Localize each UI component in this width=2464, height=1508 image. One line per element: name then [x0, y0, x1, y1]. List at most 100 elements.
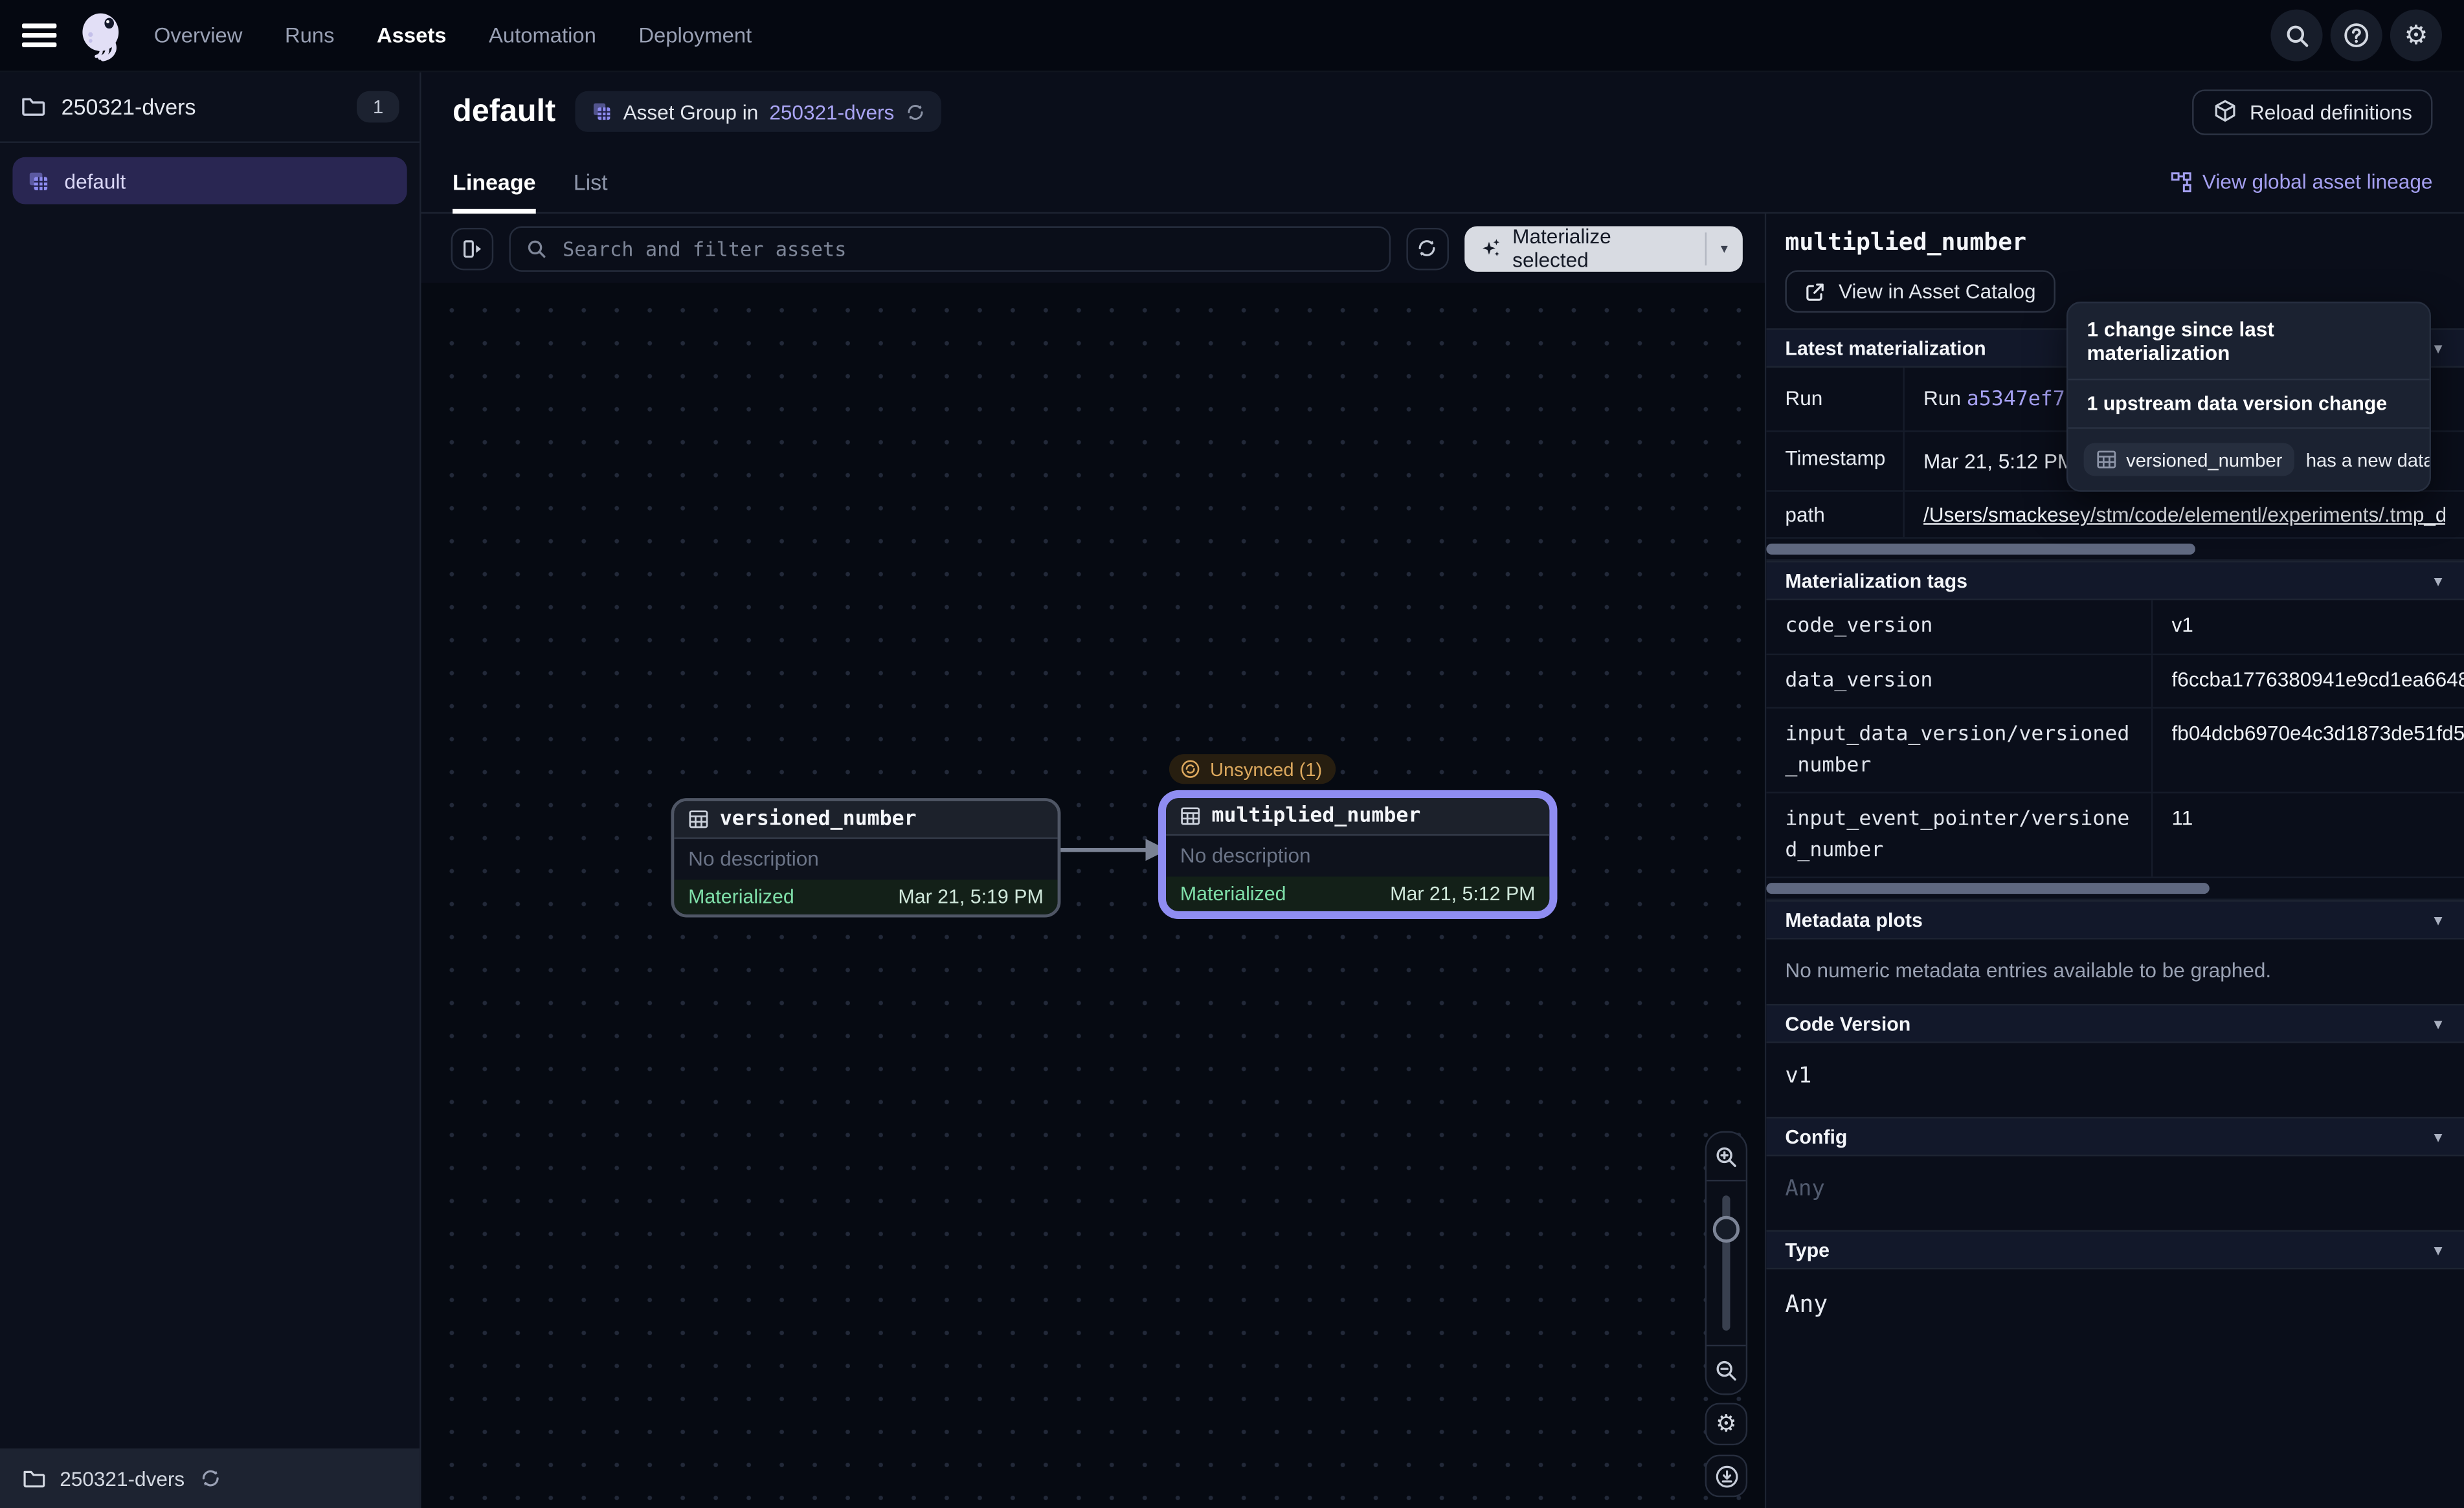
top-nav: Overview Runs Assets Automation Deployme…: [0, 0, 2464, 72]
tooltip-title: 1 change since last materialization: [2068, 303, 2429, 380]
asset-group-icon: [27, 169, 50, 192]
refresh-icon: [1417, 238, 1439, 260]
sidebar-item-default[interactable]: default: [12, 157, 407, 205]
metadata-plots-empty-text: No numeric metadata entries available to…: [1766, 940, 2464, 1004]
table-icon: [2096, 449, 2117, 470]
nav-assets[interactable]: Assets: [377, 23, 446, 47]
zoom-slider-handle[interactable]: [1713, 1216, 1740, 1243]
upstream-asset-pill[interactable]: versioned_number: [2084, 443, 2295, 476]
asset-node-multiplied-number[interactable]: multiplied_number No description Materia…: [1163, 795, 1552, 914]
lineage-graph-pane: Materialize selected ▾: [421, 214, 1767, 1508]
chevron-down-icon[interactable]: ▼: [2431, 573, 2445, 588]
asset-group-badge-text: Asset Group in: [623, 100, 759, 123]
search-input[interactable]: [559, 235, 1373, 261]
asset-node-timestamp: Mar 21, 5:19 PM: [898, 886, 1043, 908]
materialize-dropdown-caret[interactable]: ▾: [1706, 225, 1743, 271]
nav-deployment[interactable]: Deployment: [638, 23, 752, 47]
asset-node-versioned-number[interactable]: versioned_number No description Material…: [671, 798, 1060, 917]
section-code-version[interactable]: Code Version ▼: [1766, 1004, 2464, 1043]
search-icon[interactable]: [2270, 10, 2322, 61]
asset-node-status: Materialized: [1180, 883, 1286, 905]
tab-list[interactable]: List: [574, 151, 608, 212]
unsynced-badge-graph[interactable]: Unsynced (1): [1169, 754, 1336, 784]
reload-location-icon[interactable]: [199, 1467, 221, 1489]
graph-settings-button[interactable]: ⚙: [1705, 1403, 1748, 1446]
tag-key: input_event_pointer/versioned_number: [1766, 793, 2153, 877]
chevron-down-icon[interactable]: ▼: [2431, 1129, 2445, 1144]
view-in-asset-catalog-button[interactable]: View in Asset Catalog: [1785, 270, 2054, 313]
main-content: default Asset Group in 250321-dvers: [421, 72, 2464, 1508]
section-metadata-plots[interactable]: Metadata plots ▼: [1766, 900, 2464, 940]
zoom-controls: [1705, 1131, 1748, 1395]
section-type[interactable]: Type ▼: [1766, 1230, 2464, 1270]
path-link[interactable]: /Users/smackesey/stm/code/elementl/exper…: [1923, 503, 2445, 526]
table-row-tag: data_version f6ccba1776380941e9cd1ea6648…: [1766, 654, 2464, 709]
tab-lineage[interactable]: Lineage: [453, 151, 535, 212]
row-label: Run: [1766, 368, 1905, 430]
scrollbar-thumb[interactable]: [1766, 544, 2195, 555]
folder-icon: [22, 1467, 45, 1490]
asset-node-status: Materialized: [688, 886, 794, 908]
refresh-icon[interactable]: [905, 102, 926, 122]
code-location-footer[interactable]: 250321-dvers: [0, 1448, 420, 1508]
reload-definitions-button[interactable]: Reload definitions: [2191, 89, 2432, 134]
type-value: Any: [1766, 1269, 2464, 1340]
tabs-bar: Lineage List View global asset lineage: [421, 151, 2464, 214]
tag-value: v1: [2153, 600, 2464, 652]
tag-value: 11: [2153, 793, 2464, 877]
sparkle-icon: [1480, 238, 1501, 260]
asset-group-badge-link[interactable]: 250321-dvers: [769, 100, 894, 123]
refresh-graph-button[interactable]: [1406, 227, 1449, 270]
timestamp-value: Mar 21, 5:12 PM: [1923, 449, 2074, 472]
zoom-in-icon: [1714, 1144, 1738, 1168]
search-icon: [526, 238, 547, 259]
chevron-down-icon[interactable]: ▼: [2431, 912, 2445, 927]
scrollbar-thumb[interactable]: [1766, 883, 2209, 894]
code-version-value: v1: [1766, 1043, 2464, 1117]
materialize-selected-button[interactable]: Materialize selected ▾: [1464, 225, 1743, 271]
download-graph-button[interactable]: [1705, 1455, 1748, 1498]
chevron-down-icon[interactable]: ▼: [2431, 1015, 2445, 1031]
expand-sidebar-button[interactable]: [451, 227, 494, 270]
asset-search-box: [509, 225, 1390, 271]
nav-automation[interactable]: Automation: [489, 23, 596, 47]
panel-expand-icon: [460, 236, 484, 260]
view-global-asset-lineage-link[interactable]: View global asset lineage: [2169, 170, 2433, 193]
tag-value: fb04dcb6970e4c3d1873de51fd5a5: [2153, 709, 2464, 792]
zoom-out-button[interactable]: [1707, 1346, 1746, 1393]
row-label: Timestamp: [1766, 432, 1905, 491]
asset-groups-sidebar: 250321-dvers 1 default 250321-dvers: [0, 72, 421, 1508]
page-title: default: [453, 93, 555, 129]
chevron-down-icon[interactable]: ▼: [2431, 340, 2445, 356]
download-icon: [1714, 1463, 1739, 1489]
nav-overview[interactable]: Overview: [154, 23, 243, 47]
chevron-down-icon[interactable]: ▼: [2431, 1242, 2445, 1258]
sidebar-group-name: 250321-dvers: [62, 94, 196, 120]
page-header: default Asset Group in 250321-dvers: [421, 72, 2464, 151]
settings-gear-icon[interactable]: ⚙: [2390, 10, 2442, 61]
config-value: Any: [1766, 1156, 2464, 1230]
nav-runs[interactable]: Runs: [285, 23, 334, 47]
gear-icon: ⚙: [1716, 1412, 1737, 1436]
unsynced-tooltip: 1 change since last materialization 1 up…: [2066, 302, 2431, 492]
asset-group-badge[interactable]: Asset Group in 250321-dvers: [574, 91, 941, 132]
lineage-canvas[interactable]: Unsynced (1): [421, 283, 1765, 1508]
section-config[interactable]: Config ▼: [1766, 1117, 2464, 1157]
run-id-link[interactable]: a5347ef7: [1967, 388, 2065, 412]
section-materialization-tags[interactable]: Materialization tags ▼: [1766, 561, 2464, 601]
asset-node-description: No description: [1166, 836, 1549, 876]
help-icon[interactable]: [2331, 10, 2382, 61]
zoom-slider[interactable]: [1707, 1180, 1746, 1346]
tag-key: input_data_version/versioned_number: [1766, 709, 2153, 792]
row-label: path: [1766, 492, 1905, 537]
tag-value: f6ccba1776380941e9cd1ea66481d: [2153, 654, 2464, 707]
sidebar-group-row[interactable]: 250321-dvers 1: [0, 72, 420, 143]
dagster-logo-icon[interactable]: [76, 8, 129, 62]
sidebar-group-count: 1: [357, 91, 399, 123]
tooltip-subtitle: 1 upstream data version change: [2068, 380, 2429, 428]
unsynced-icon: [1180, 759, 1201, 779]
external-link-icon: [1804, 280, 1826, 302]
dagster-app: Overview Runs Assets Automation Deployme…: [0, 0, 2464, 1508]
zoom-in-button[interactable]: [1707, 1133, 1746, 1180]
hamburger-menu-icon[interactable]: [22, 23, 56, 47]
